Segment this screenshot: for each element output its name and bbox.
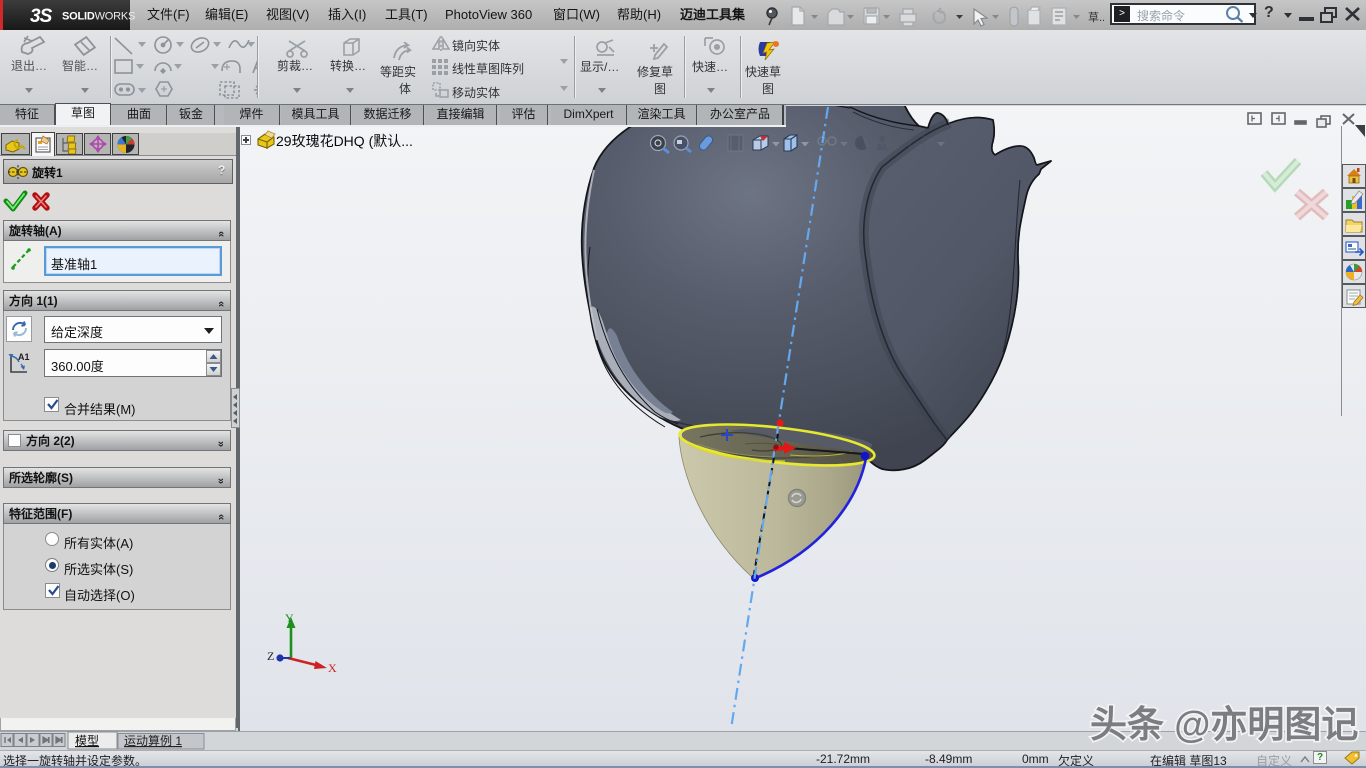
svg-text:运动算例 1: 运动算例 1 [124, 733, 182, 748]
svg-text:Z: Z [267, 649, 274, 663]
svg-text:3S: 3S [30, 6, 53, 27]
svg-text:头条 @亦明图记: 头条 @亦明图记 [1090, 704, 1358, 745]
svg-text:Y: Y [285, 611, 294, 625]
svg-text:X: X [328, 661, 337, 675]
svg-text:SOLIDWORKS: SOLIDWORKS [62, 11, 135, 23]
svg-text:A1: A1 [18, 352, 30, 362]
svg-text:草..: 草.. [1088, 11, 1105, 24]
svg-text:模型: 模型 [75, 734, 99, 748]
